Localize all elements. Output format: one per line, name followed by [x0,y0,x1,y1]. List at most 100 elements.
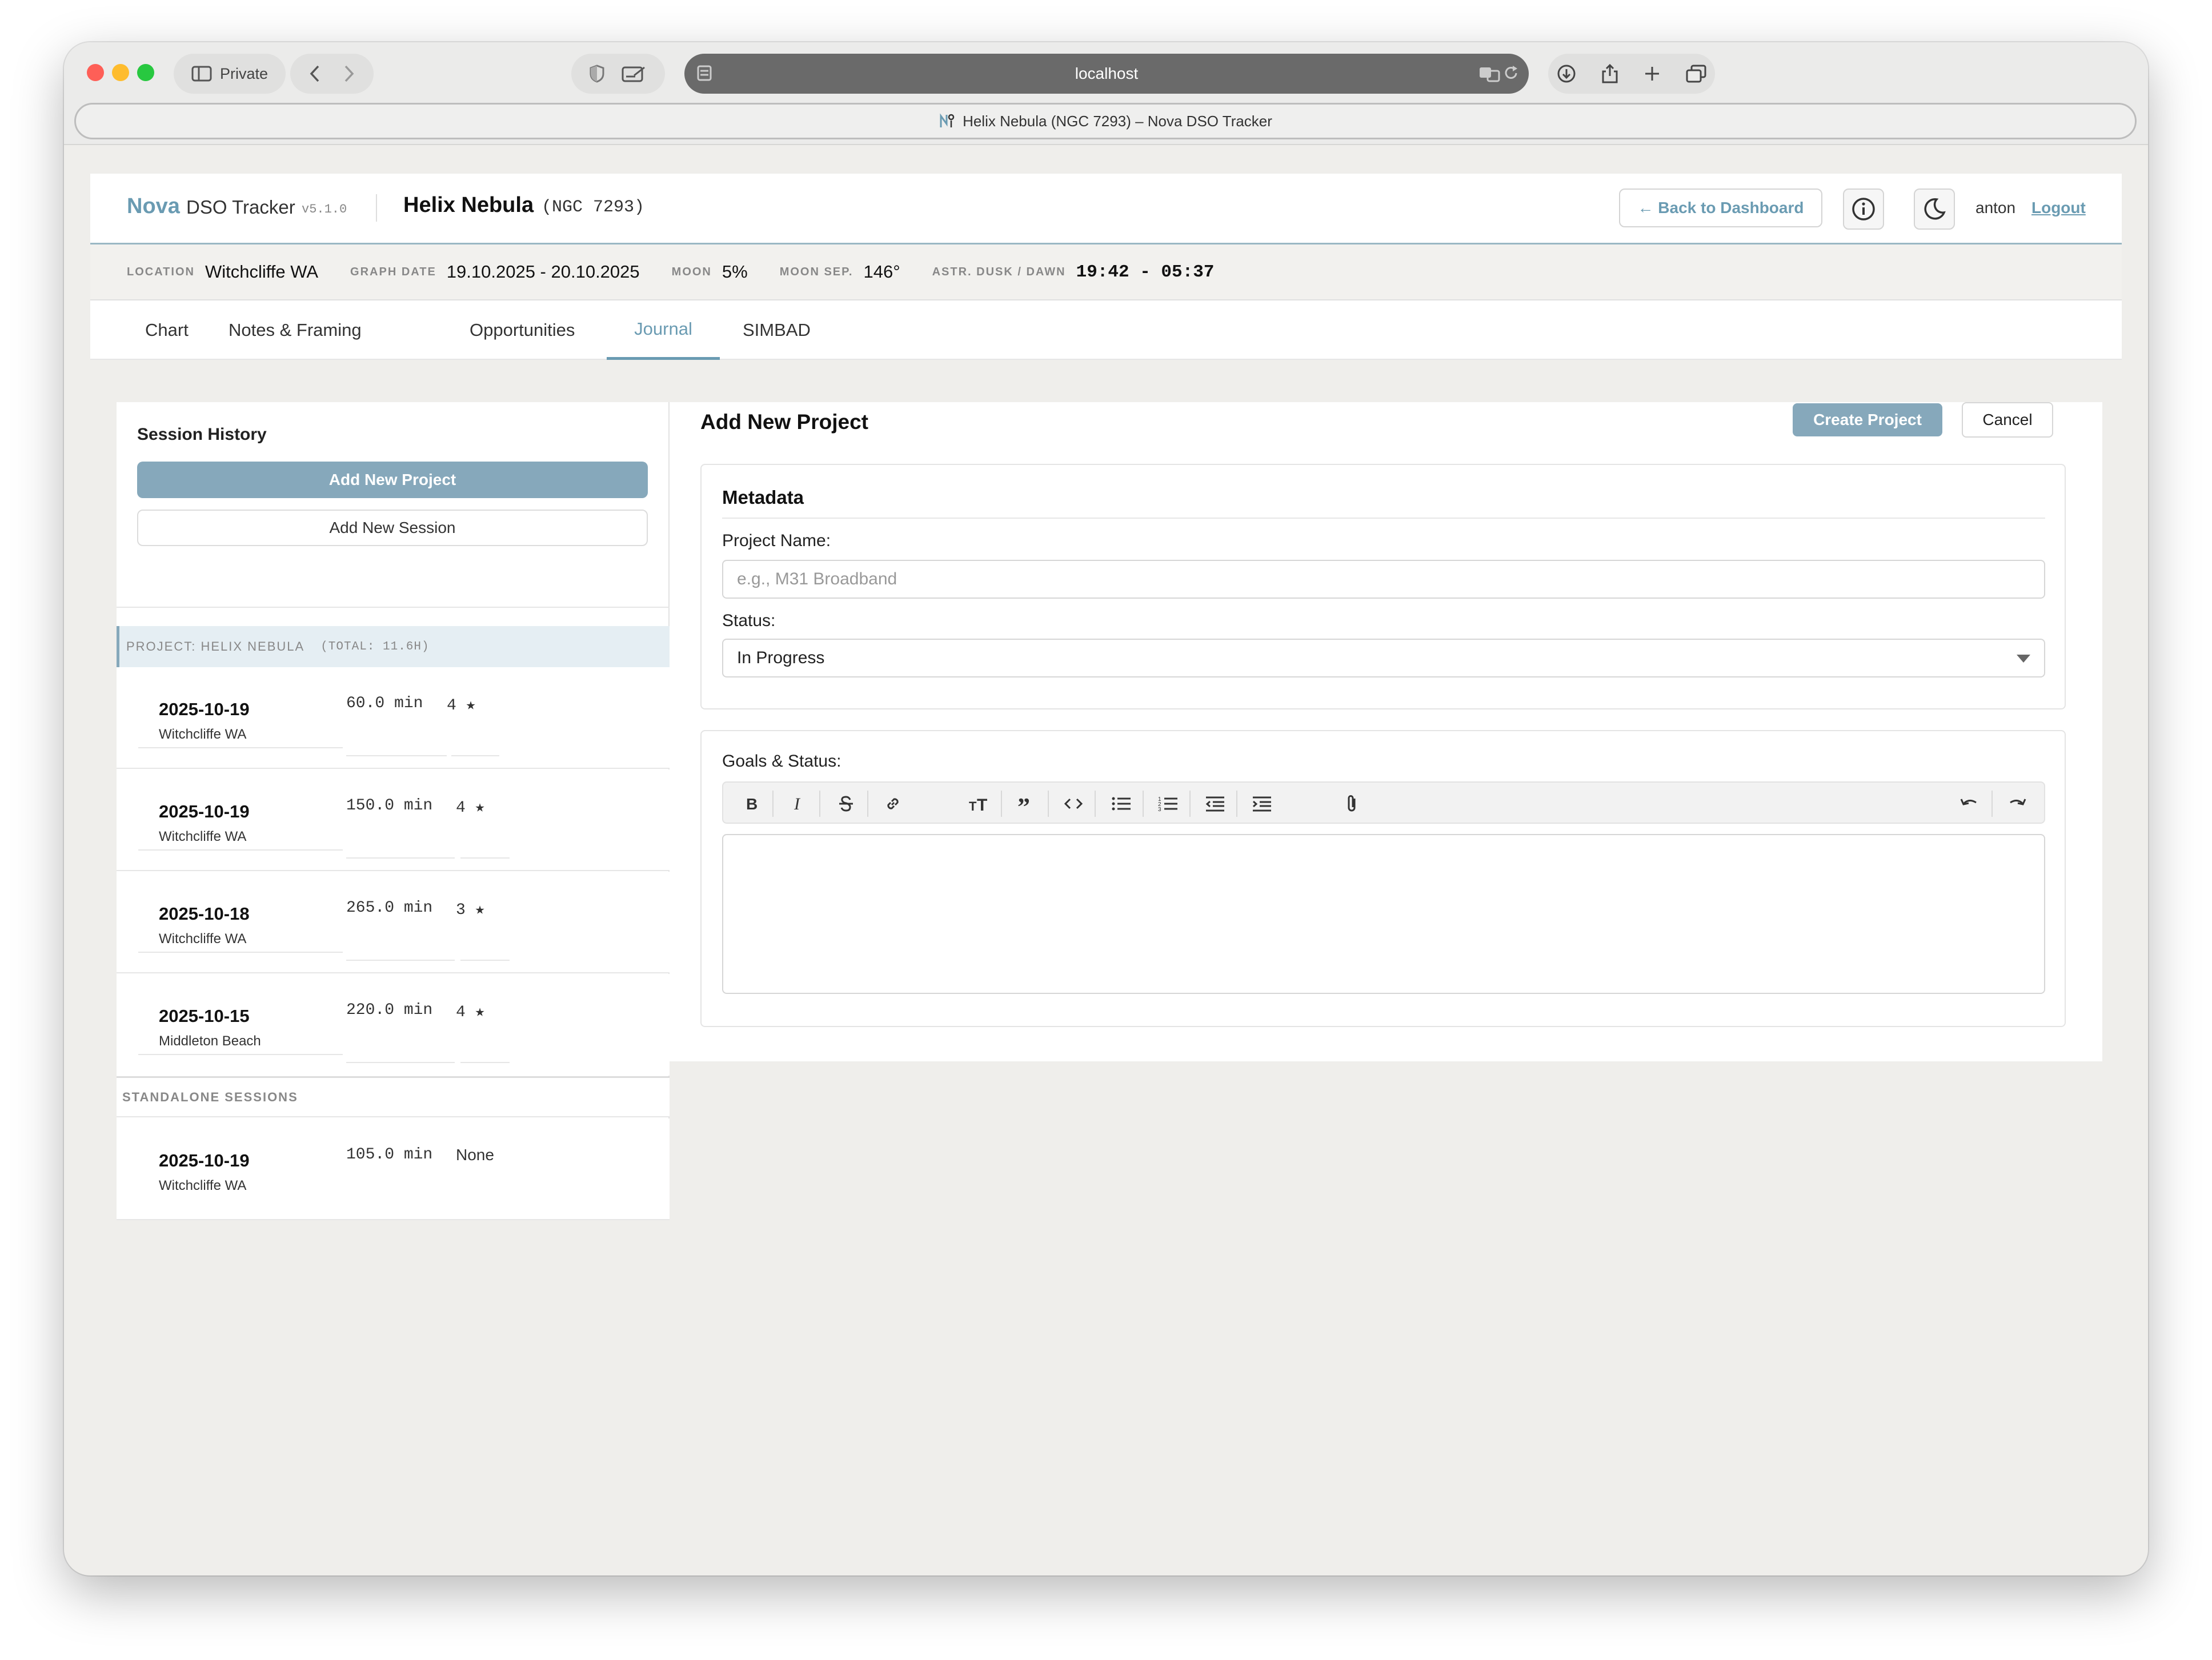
new-tab-icon[interactable] [1644,65,1661,82]
bullet-list-icon[interactable] [1101,789,1141,818]
session-location: Witchcliffe WA [159,1178,247,1193]
tab-simbad[interactable]: SIMBAD [743,300,811,360]
svg-text:T: T [977,796,987,812]
code-icon[interactable] [1053,789,1093,818]
editor-toolbar: B I TT ” 123 [722,781,2045,824]
cell-divider [138,1054,343,1055]
app-name: DSO Tracker [186,197,295,218]
info-button[interactable] [1843,189,1884,230]
heading-icon[interactable]: TT [960,789,1000,818]
dusk-dawn-value: 19:42 - 05:37 [1076,262,1215,282]
session-row[interactable]: 2025-10-19 Witchcliffe WA 60.0 min 4 ★ [117,667,670,769]
chevron-down-icon [2017,655,2030,663]
moon-value: 5% [722,262,748,282]
address-bar[interactable]: localhost [684,54,1529,94]
svg-text:3: 3 [1158,807,1161,812]
tab-opportunities[interactable]: Opportunities [470,300,575,360]
translate-icon[interactable] [1478,65,1500,82]
svg-text:”: ” [1017,796,1030,812]
svg-text:B: B [746,795,758,812]
session-row[interactable]: 2025-10-19 Witchcliffe WA 105.0 min None [117,1118,670,1220]
increase-indent-icon[interactable] [1242,789,1282,818]
project-name-input[interactable]: e.g., M31 Broadband [722,560,2045,599]
metadata-card: Metadata Project Name: e.g., M31 Broadba… [700,464,2066,709]
info-icon [1851,197,1876,222]
undo-icon[interactable] [1949,789,1989,818]
tab-overview-icon[interactable] [1686,65,1706,83]
dusk-dawn-label: ASTR. DUSK / DAWN [932,265,1066,278]
theme-toggle-button[interactable] [1914,189,1955,230]
app-version: v5.1.0 [302,202,347,216]
app-header: Nova DSO Tracker v5.1.0 Helix Nebula (NG… [90,174,2122,244]
svg-text:T: T [969,799,977,812]
status-label: Status: [722,611,776,630]
session-date: 2025-10-19 [159,699,250,719]
session-row[interactable]: 2025-10-19 Witchcliffe WA 150.0 min 4 ★ [117,769,670,871]
object-code: (NGC 7293) [542,198,645,217]
reload-icon[interactable] [1504,65,1518,81]
goals-editor[interactable] [722,834,2045,994]
back-chevron-icon[interactable] [309,65,320,83]
goals-label: Goals & Status: [722,752,841,771]
sidebar-toggle-button[interactable]: Private [174,54,286,94]
share-icon[interactable] [1601,63,1618,84]
moon-icon [1922,197,1947,222]
username: anton [1975,199,2016,216]
cancel-button[interactable]: Cancel [1962,402,2053,438]
reader-icon[interactable] [622,65,647,82]
project-name-placeholder: e.g., M31 Broadband [737,570,897,588]
shield-icon[interactable] [590,65,604,83]
link-icon[interactable] [873,789,913,818]
graph-date-value: 19.10.2025 - 20.10.2025 [446,262,640,282]
tab-notes-framing[interactable]: Notes & Framing [229,300,362,360]
brand-logo[interactable]: Nova [127,194,180,219]
project-group-header[interactable]: PROJECT: HELIX NEBULA (TOTAL: 11.6H) [117,626,670,667]
back-to-dashboard-button[interactable]: ← Back to Dashboard [1619,189,1822,227]
add-new-session-button[interactable]: Add New Session [137,510,648,546]
session-rating: 4 ★ [447,697,476,715]
toolbar-divider [772,791,774,817]
project-name-label: PROJECT: HELIX NEBULA [126,639,305,653]
browser-tab[interactable]: Helix Nebula (NGC 7293) – Nova DSO Track… [74,103,2137,139]
cell-divider [460,960,510,961]
decrease-indent-icon[interactable] [1195,789,1235,818]
cell-divider [138,952,343,953]
session-location: Witchcliffe WA [159,829,247,844]
bold-icon[interactable]: B [731,789,771,818]
status-value: In Progress [737,648,825,667]
numbered-list-icon[interactable]: 123 [1148,789,1188,818]
redo-icon[interactable] [1997,789,2037,818]
session-minutes: 220.0 min [346,1001,433,1019]
session-minutes: 150.0 min [346,797,433,815]
goals-card: Goals & Status: B I TT ” 123 [700,730,2066,1027]
italic-icon[interactable]: I [778,789,818,818]
cell-divider [460,1062,510,1063]
moon-sep-label: MOON SEP. [779,265,853,278]
minimize-window-button[interactable] [112,64,129,81]
forward-chevron-icon[interactable] [343,65,355,83]
cell-divider [138,849,343,851]
strikethrough-icon[interactable] [826,789,866,818]
page-icon [697,65,712,81]
metadata-heading: Metadata [722,487,804,508]
sidebar-icon [191,66,212,82]
session-row[interactable]: 2025-10-15 Middleton Beach 220.0 min 4 ★ [117,974,670,1076]
download-icon[interactable] [1557,64,1576,83]
logout-link[interactable]: Logout [2031,199,2086,217]
create-project-button[interactable]: Create Project [1793,403,1942,436]
session-row[interactable]: 2025-10-18 Witchcliffe WA 265.0 min 3 ★ [117,872,670,973]
close-window-button[interactable] [87,64,104,81]
tab-chart[interactable]: Chart [145,300,189,360]
zoom-window-button[interactable] [137,64,154,81]
browser-window: Private localhost Helix Nebula (NGC 7293… [64,42,2148,1575]
metadata-divider [722,518,2045,519]
session-location: Witchcliffe WA [159,931,247,947]
tab-journal[interactable]: Journal [607,300,720,360]
toolbar-divider [1236,791,1237,817]
cell-divider [138,747,343,748]
add-new-project-button[interactable]: Add New Project [137,462,648,498]
quote-icon[interactable]: ” [1007,789,1047,818]
status-select[interactable]: In Progress [722,639,2045,677]
attach-icon[interactable] [1332,789,1372,818]
session-minutes: 60.0 min [346,695,423,712]
